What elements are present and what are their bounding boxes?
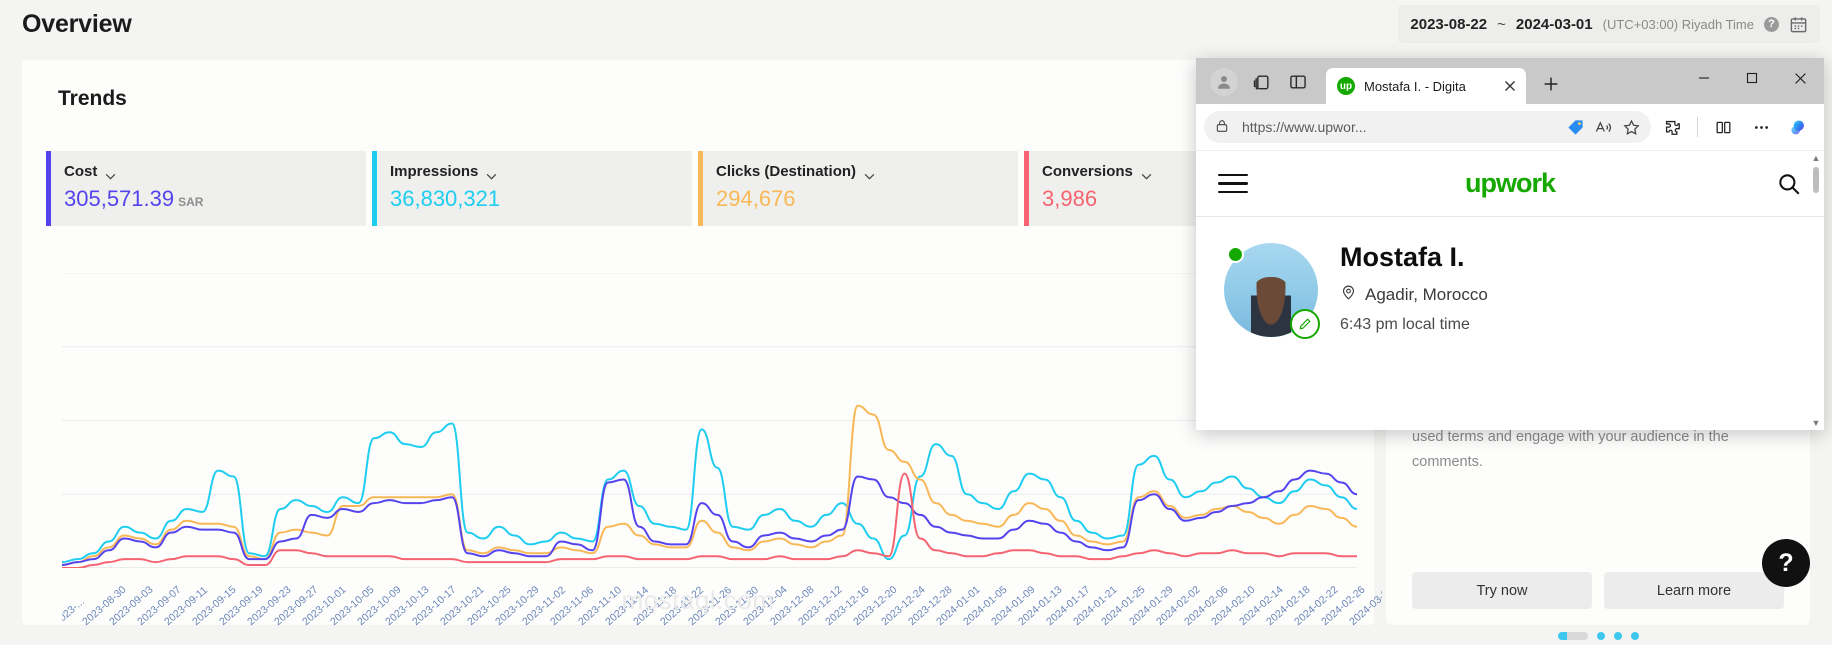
chart-series-impressions: [62, 423, 1357, 562]
window-controls: [1680, 58, 1824, 98]
trends-title: Trends: [58, 87, 127, 110]
profile-location: Agadir, Morocco: [1365, 284, 1488, 304]
extensions-icon[interactable]: [1655, 110, 1689, 144]
metric-value-row: 294,676: [716, 188, 1018, 210]
profile-location-row: Agadir, Morocco: [1340, 284, 1488, 306]
more-options-icon[interactable]: [1744, 110, 1778, 144]
profile-section: Mostafa I. Agadir, Morocco 6:43 pm local…: [1196, 217, 1824, 339]
copilot-icon[interactable]: [1782, 110, 1816, 144]
scrollbar-thumb[interactable]: [1813, 167, 1819, 193]
trends-panel: Trends Cost 305,571.39 SAR Impressions 3…: [22, 60, 1382, 628]
chart-canvas: [62, 273, 1357, 568]
metric-value: 36,830,321: [390, 186, 501, 211]
date-range-picker[interactable]: 2023-08-22 ~ 2024-03-01 (UTC+03:00) Riya…: [1398, 5, 1820, 43]
browser-tab-strip: up Mostafa I. - Digita: [1196, 58, 1824, 104]
web-page-content: upwork Mostafa I. Agadir, Morocco 6:43 p…: [1196, 150, 1824, 430]
chevron-down-icon[interactable]: [1141, 168, 1152, 180]
metric-label: Conversions: [1042, 163, 1133, 180]
chart-series-cost: [62, 471, 1357, 565]
metric-cards: Cost 305,571.39 SAR Impressions 36,830,3…: [46, 151, 1351, 226]
metric-header[interactable]: Cost: [64, 163, 366, 180]
carousel-dot[interactable]: [1557, 632, 1588, 640]
help-floating-button[interactable]: ?: [1762, 539, 1810, 587]
watermark: mostaql.com: [621, 585, 775, 615]
promo-body-text: used terms and engage with your audience…: [1412, 429, 1729, 470]
screen-root: Overview 2023-08-22 ~ 2024-03-01 (UTC+03…: [0, 0, 1832, 645]
profile-details: Mostafa I. Agadir, Morocco 6:43 pm local…: [1340, 242, 1488, 334]
address-bar-url[interactable]: https://www.upwor...: [1242, 119, 1557, 135]
browser-toolbar: https://www.upwor...: [1196, 104, 1824, 150]
chevron-down-icon[interactable]: [105, 168, 116, 180]
upwork-logo: upwork: [1464, 168, 1556, 198]
learn-more-button[interactable]: Learn more: [1604, 572, 1784, 609]
page-header: Overview 2023-08-22 ~ 2024-03-01 (UTC+03…: [0, 0, 1832, 52]
metric-header[interactable]: Impressions: [390, 163, 692, 180]
edge-browser-window: up Mostafa I. - Digita https://www.upwor…: [1196, 58, 1824, 430]
profile-local-time: 6:43 pm local time: [1340, 315, 1470, 333]
try-now-button[interactable]: Try now: [1412, 572, 1592, 609]
browser-tab-title: Mostafa I. - Digita: [1364, 78, 1466, 94]
search-icon[interactable]: [1776, 171, 1802, 197]
avatar[interactable]: [1224, 243, 1320, 339]
chart-series-clicks-destination: [62, 406, 1357, 565]
online-status-indicator: [1227, 246, 1244, 263]
minimize-icon[interactable]: [1680, 58, 1728, 98]
metric-value: 305,571.39: [64, 186, 175, 211]
date-range-separator: ~: [1497, 15, 1506, 33]
chevron-down-icon[interactable]: [486, 168, 497, 180]
metric-card-cost[interactable]: Cost 305,571.39 SAR: [46, 151, 366, 226]
star-icon[interactable]: [1622, 118, 1641, 137]
upwork-site-header: upwork: [1196, 151, 1824, 217]
edit-pencil-icon[interactable]: [1290, 309, 1320, 339]
trends-line-chart[interactable]: [62, 273, 1357, 568]
scroll-up-arrow[interactable]: ▲: [1810, 153, 1822, 163]
date-range-end: 2024-03-01: [1515, 15, 1593, 33]
metric-card-clicks[interactable]: Clicks (Destination) 294,676: [698, 151, 1018, 226]
read-aloud-icon[interactable]: [1594, 118, 1613, 137]
metric-value-row: 36,830,321: [390, 188, 692, 210]
date-range-start: 2023-08-22: [1410, 15, 1488, 33]
close-icon[interactable]: [1776, 58, 1824, 98]
carousel-dot[interactable]: [1630, 632, 1639, 640]
new-tab-button[interactable]: [1534, 67, 1568, 101]
page-scrollbar[interactable]: ▲ ▼: [1810, 153, 1822, 428]
close-icon[interactable]: [1502, 78, 1518, 94]
scroll-down-arrow[interactable]: ▼: [1810, 418, 1822, 428]
metric-value: 294,676: [716, 186, 796, 211]
promo-actions: Try now Learn more: [1412, 572, 1784, 609]
map-pin-icon: [1340, 284, 1357, 306]
maximize-icon[interactable]: [1728, 58, 1776, 98]
metric-card-impressions[interactable]: Impressions 36,830,321: [372, 151, 692, 226]
metric-unit: SAR: [178, 195, 204, 209]
metric-label: Impressions: [390, 163, 479, 180]
metric-label: Clicks (Destination): [716, 163, 857, 180]
upwork-favicon-icon: up: [1337, 77, 1355, 95]
carousel-dot[interactable]: [1596, 632, 1605, 640]
timezone-label: (UTC+03:00) Riyadh Time: [1602, 16, 1754, 32]
profile-name: Mostafa I.: [1340, 242, 1465, 272]
carousel-dots[interactable]: [1386, 632, 1810, 640]
metric-label: Cost: [64, 163, 98, 180]
carousel-dot[interactable]: [1613, 632, 1622, 640]
page-title: Overview: [22, 10, 132, 38]
lock-icon[interactable]: [1214, 118, 1233, 137]
split-screen-icon[interactable]: [1280, 64, 1316, 100]
hamburger-menu-icon[interactable]: [1218, 168, 1248, 200]
browser-tab-active[interactable]: up Mostafa I. - Digita: [1326, 68, 1526, 104]
account-avatar-icon[interactable]: [1210, 68, 1238, 96]
price-tag-icon[interactable]: [1566, 118, 1585, 137]
metric-value: 3,986: [1042, 186, 1098, 211]
metric-value-row: 305,571.39 SAR: [64, 188, 366, 210]
help-icon[interactable]: ?: [1764, 16, 1779, 32]
metric-header[interactable]: Clicks (Destination): [716, 163, 1018, 180]
split-screen-icon[interactable]: [1706, 110, 1740, 144]
toolbar-divider: [1697, 117, 1698, 137]
address-bar[interactable]: https://www.upwor...: [1204, 111, 1651, 143]
chevron-down-icon[interactable]: [864, 168, 875, 180]
collections-icon[interactable]: [1244, 64, 1280, 100]
calendar-icon[interactable]: [1789, 15, 1808, 34]
